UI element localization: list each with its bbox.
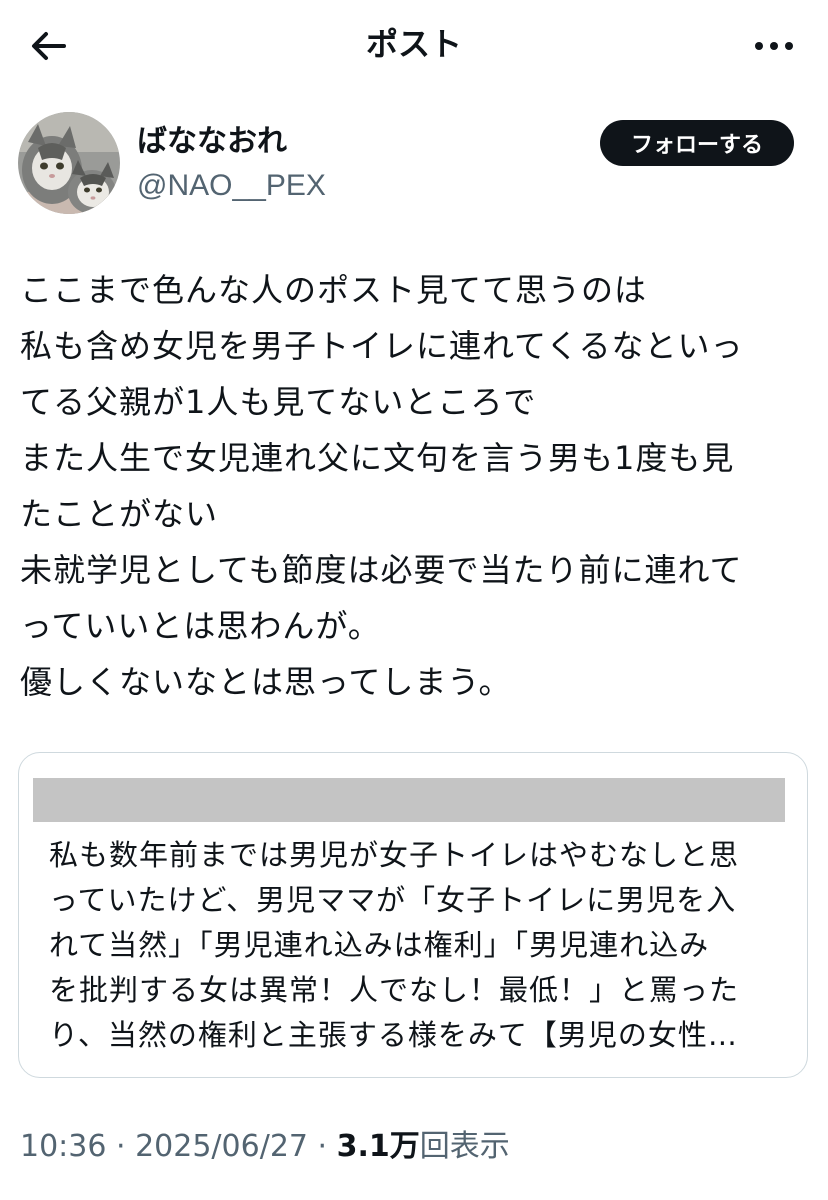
post-text-line: っていいとは思わんが。 bbox=[20, 607, 381, 645]
meta-separator: · bbox=[106, 1129, 136, 1164]
views-count: 3.1万 bbox=[336, 1129, 420, 1164]
author-display-name[interactable]: ばななおれ bbox=[137, 120, 287, 164]
post-time[interactable]: 10:36 bbox=[20, 1129, 106, 1164]
quoted-post-card[interactable]: 私も数年前までは男児が女子トイレはやむなしと思 っていたけど、男児ママが「女子ト… bbox=[18, 752, 808, 1078]
page-title: ポスト bbox=[365, 25, 462, 63]
post-date[interactable]: 2025/06/27 bbox=[135, 1129, 308, 1164]
quoted-post-text: 私も数年前までは男児が女子トイレはやむなしと思 っていたけど、男児ママが「女子ト… bbox=[49, 833, 794, 1058]
post-text-line: ここまで色んな人のポスト見てて思うのは bbox=[20, 271, 648, 309]
more-horizontal-icon bbox=[755, 42, 793, 50]
top-bar: ポスト bbox=[0, 0, 828, 90]
redacted-quote-header bbox=[33, 778, 785, 822]
quoted-text-line: れて当然」「男児連れ込みは権利」「男児連れ込み bbox=[49, 928, 710, 962]
quoted-text-line: を批判する女は異常！人でなし！最低！」と罵った bbox=[49, 973, 740, 1007]
author-handle[interactable]: @NAO__PEX bbox=[137, 164, 326, 208]
post-text-line: 未就学児としても節度は必要で当たり前に連れて bbox=[20, 551, 743, 589]
post-text: ここまで色んな人のポスト見てて思うのは 私も含め女児を男子トイレに連れてくるなと… bbox=[20, 262, 810, 710]
quoted-text-line: っていたけど、男児ママが「女子トイレに男児を入 bbox=[49, 883, 737, 917]
post-text-line: 私も含め女児を男子トイレに連れてくるなといっ bbox=[20, 327, 744, 365]
avatar[interactable] bbox=[18, 112, 120, 214]
post-meta: 10:36 · 2025/06/27 · 3.1万回表示 bbox=[20, 1124, 510, 1170]
cat-photo-avatar bbox=[18, 112, 120, 214]
more-button[interactable] bbox=[746, 22, 802, 70]
follow-button[interactable]: フォローする bbox=[600, 120, 794, 166]
quoted-text-line: 私も数年前までは男児が女子トイレはやむなしと思 bbox=[49, 838, 740, 872]
post-text-line: てる父親が1人も見てないところで bbox=[20, 383, 537, 421]
views-label: 回表示 bbox=[419, 1129, 510, 1164]
post-text-line: たことがない bbox=[20, 495, 219, 533]
post-text-line: 優しくないなとは思ってしまう。 bbox=[20, 663, 512, 701]
post-text-line: また人生で女児連れ父に文句を言う男も1度も見 bbox=[20, 439, 735, 477]
quoted-text-line: り、当然の権利と主張する様をみて【男児の女性… bbox=[49, 1018, 738, 1052]
meta-separator: · bbox=[308, 1129, 337, 1164]
